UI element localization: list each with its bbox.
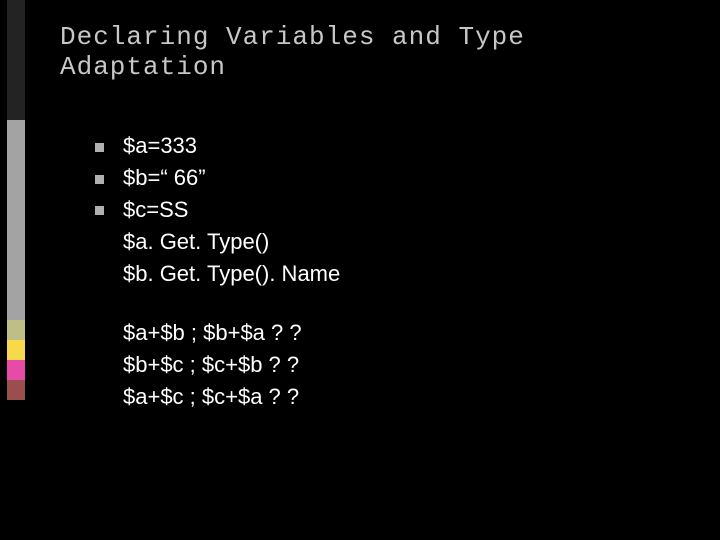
slide-title: Declaring Variables and Type Adaptation <box>60 22 680 82</box>
line-6: $a+$b ; $b+$a ? ? <box>95 317 660 349</box>
square-bullet-icon <box>95 143 104 152</box>
bullet-line-3: $c=SS <box>95 194 660 226</box>
code-text: $b=“ 66” <box>123 162 206 194</box>
stripe-seg-2 <box>7 320 25 340</box>
stripe-seg-3 <box>7 340 25 360</box>
line-8: $a+$c ; $c+$a ? ? <box>95 381 660 413</box>
code-text: $a=333 <box>123 130 197 162</box>
code-text: $a+$b ; $b+$a ? ? <box>123 317 302 349</box>
line-5: $b. Get. Type(). Name <box>95 258 660 290</box>
code-text: $b+$c ; $c+$b ? ? <box>123 349 299 381</box>
code-text: $c=SS <box>123 194 188 226</box>
left-accent-stripe <box>7 0 25 540</box>
stripe-seg-0 <box>7 0 25 120</box>
bullet-line-1: $a=333 <box>95 130 660 162</box>
square-bullet-icon <box>95 206 104 215</box>
slide-body: $a=333 $b=“ 66” $c=SS $a. Get. Type() $b… <box>95 130 660 413</box>
line-4: $a. Get. Type() <box>95 226 660 258</box>
code-text: $a. Get. Type() <box>123 226 269 258</box>
blank-line <box>95 289 660 317</box>
stripe-seg-6 <box>7 400 25 540</box>
stripe-seg-1 <box>7 120 25 320</box>
square-bullet-icon <box>95 175 104 184</box>
stripe-seg-4 <box>7 360 25 380</box>
stripe-seg-5 <box>7 380 25 400</box>
code-text: $b. Get. Type(). Name <box>123 258 340 290</box>
line-7: $b+$c ; $c+$b ? ? <box>95 349 660 381</box>
slide: Declaring Variables and Type Adaptation … <box>0 0 720 540</box>
bullet-line-2: $b=“ 66” <box>95 162 660 194</box>
code-text: $a+$c ; $c+$a ? ? <box>123 381 299 413</box>
